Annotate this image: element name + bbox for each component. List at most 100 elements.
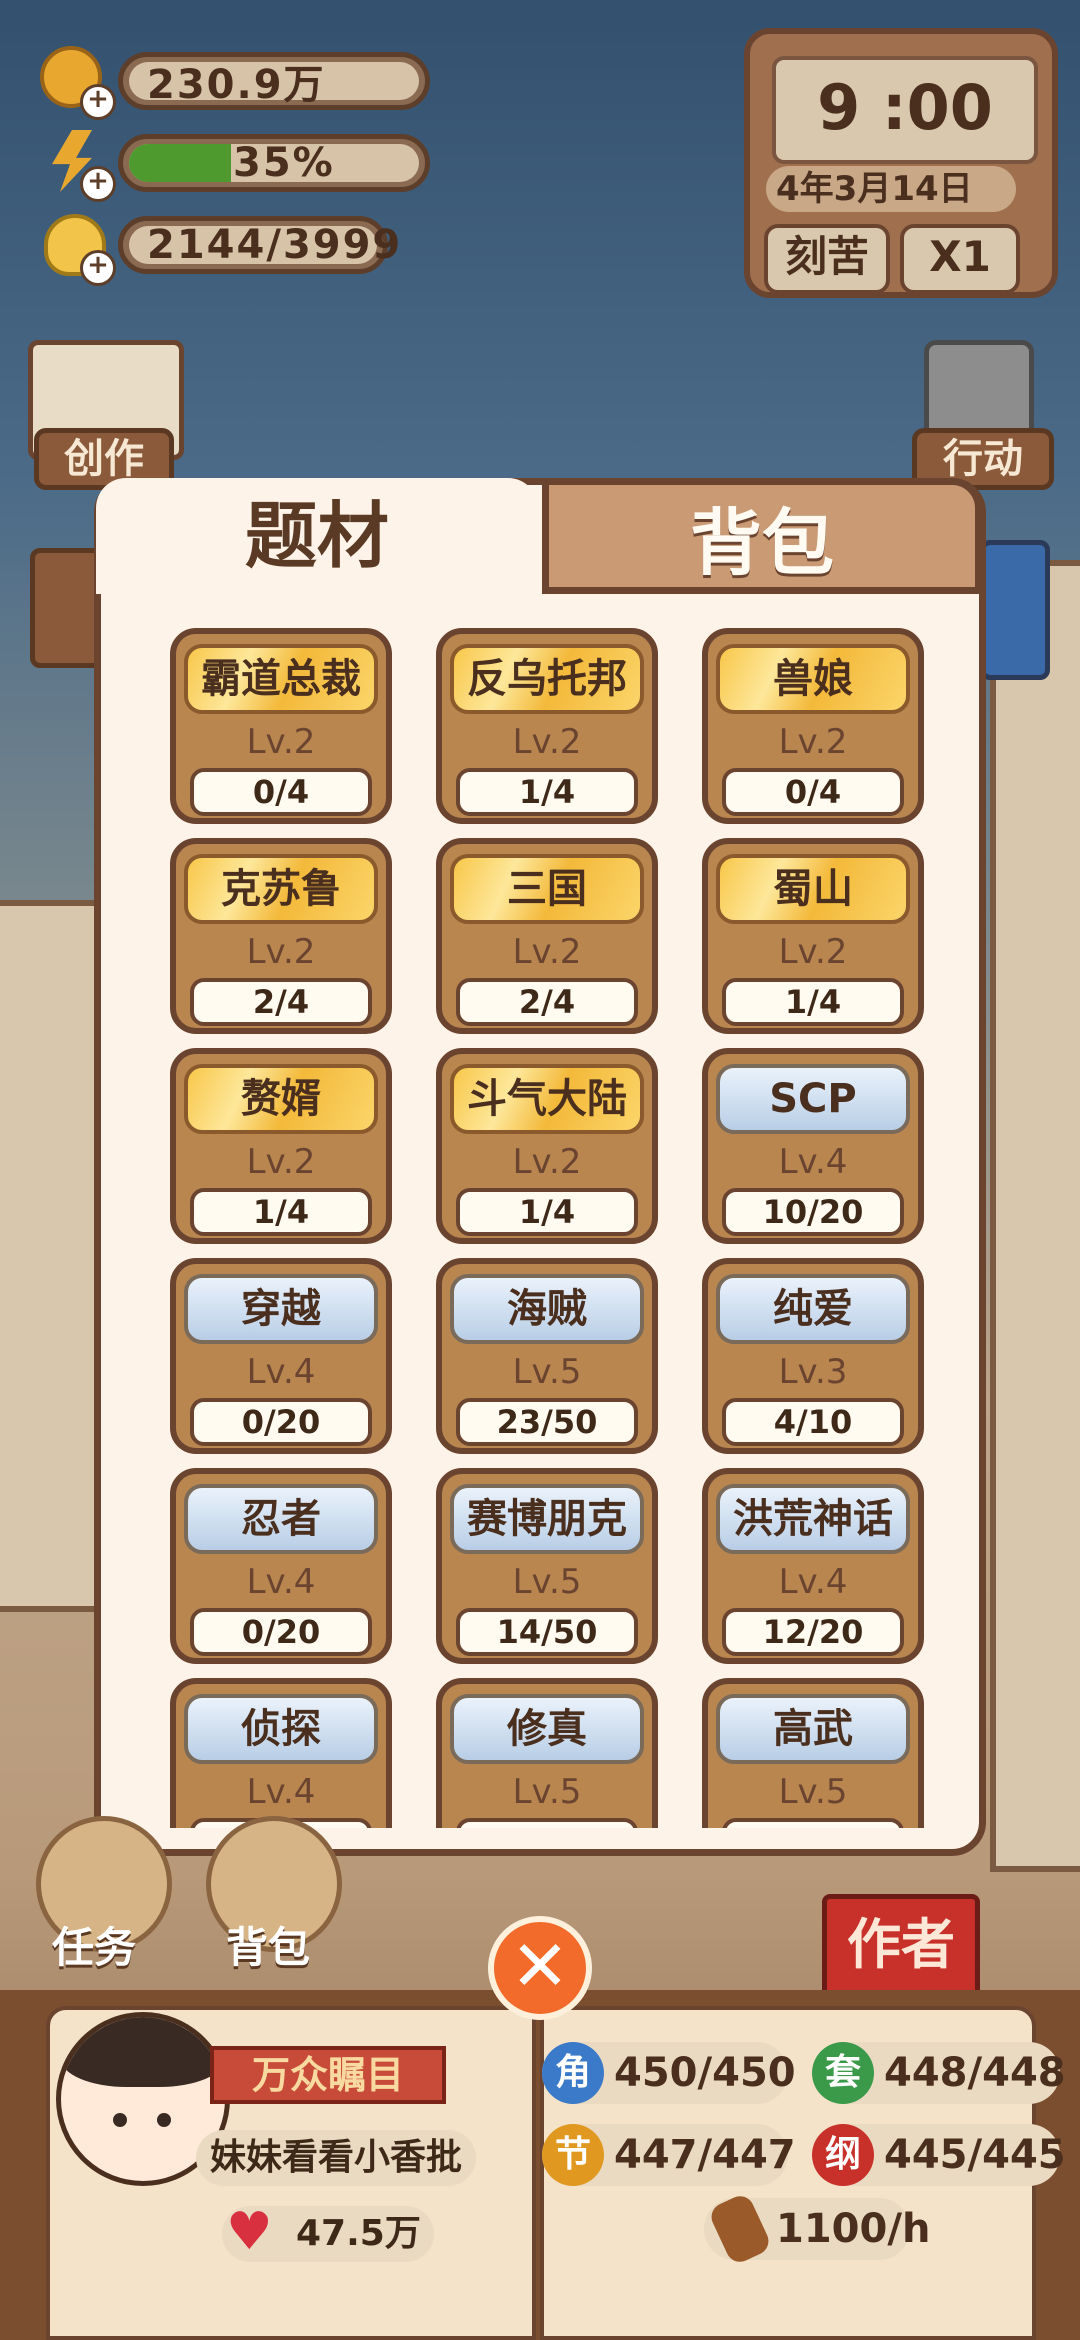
bag-button[interactable]: 背包 (226, 1914, 310, 1975)
topic-card[interactable]: 忍者 Lv.4 0/20 (170, 1468, 392, 1664)
energy-value: 35% (233, 140, 335, 186)
topic-level: Lv.2 (246, 1142, 316, 1182)
topic-progress (456, 1818, 638, 1828)
stat-jiao-value: 450/450 (614, 2050, 796, 2096)
topic-name: 穿越 (184, 1274, 378, 1344)
topic-level: Lv.3 (778, 1352, 848, 1392)
topic-name: 三国 (450, 854, 644, 924)
likes-pill: ♥ 47.5万 (222, 2202, 434, 2262)
topic-card[interactable]: 赛博朋克 Lv.5 14/50 (436, 1468, 658, 1664)
topic-level: Lv.2 (778, 722, 848, 762)
topic-progress: 2/4 (456, 978, 638, 1026)
ideas-value: 2144/3999 (147, 222, 403, 268)
production-rate-value: 1100/h (776, 2206, 931, 2252)
jiao-icon: 角 (542, 2042, 604, 2104)
tab-bag[interactable]: 背包 (542, 478, 982, 594)
topic-name: 赛博朋克 (450, 1484, 644, 1554)
topic-progress: 12/20 (722, 1608, 904, 1656)
topic-level: Lv.2 (512, 722, 582, 762)
topic-name: 兽娘 (716, 644, 910, 714)
stat-jie: 节 447/447 (542, 2124, 796, 2186)
topic-level: Lv.2 (246, 932, 316, 972)
tab-topics[interactable]: 题材 (96, 478, 538, 594)
topic-level: Lv.4 (778, 1142, 848, 1182)
topic-progress: 0/4 (190, 768, 372, 816)
topic-card[interactable]: 蜀山 Lv.2 1/4 (702, 838, 924, 1034)
tablet-icon (980, 540, 1050, 680)
stat-tao: 套 448/448 (812, 2042, 1066, 2104)
topic-progress: 10/20 (722, 1188, 904, 1236)
topic-name: 侦探 (184, 1694, 378, 1764)
topic-grid: 霸道总裁 Lv.2 0/4 反乌托邦 Lv.2 1/4 兽娘 Lv.2 0/4 克苏鲁 Lv.2 2/… (170, 628, 926, 1828)
topic-level: Lv.2 (246, 722, 316, 762)
topic-card[interactable]: 克苏鲁 Lv.2 2/4 (170, 838, 392, 1034)
topic-name: 忍者 (184, 1484, 378, 1554)
stat-jiao: 角 450/450 (542, 2042, 796, 2104)
topic-progress: 0/20 (190, 1608, 372, 1656)
topic-progress: 2/4 (190, 978, 372, 1026)
topic-level: Lv.5 (512, 1562, 582, 1602)
topic-name: 修真 (450, 1694, 644, 1764)
topic-name: 反乌托邦 (450, 644, 644, 714)
topic-level: Lv.2 (512, 932, 582, 972)
close-modal-button[interactable]: ✕ (488, 1916, 592, 2020)
topic-card[interactable]: SCP Lv.4 10/20 (702, 1048, 924, 1244)
game-clock: 9 :00 4年3月14日 刻苦 X1 (744, 28, 1058, 298)
topic-card[interactable]: 霸道总裁 Lv.2 0/4 (170, 628, 392, 824)
author-button[interactable]: 作者 (822, 1894, 980, 2000)
topic-progress: 1/4 (722, 978, 904, 1026)
topic-card[interactable]: 修真 Lv.5 (436, 1678, 658, 1828)
topic-name: SCP (716, 1064, 910, 1134)
coins-value: 230.9万 (147, 62, 326, 108)
clock-date: 4年3月14日 (766, 166, 1016, 212)
stat-jie-value: 447/447 (614, 2132, 796, 2178)
add-ideas-icon[interactable]: + (80, 250, 116, 286)
topic-level: Lv.5 (512, 1352, 582, 1392)
topic-level: Lv.2 (512, 1142, 582, 1182)
action-computer-icon (924, 340, 1034, 440)
topic-card[interactable]: 三国 Lv.2 2/4 (436, 838, 658, 1034)
stat-tao-value: 448/448 (884, 2050, 1066, 2096)
heart-icon: ♥ (226, 2202, 273, 2262)
topic-progress (722, 1818, 904, 1828)
coins-pill: 230.9万 (118, 52, 430, 110)
topic-card[interactable]: 海贼 Lv.5 23/50 (436, 1258, 658, 1454)
tao-icon: 套 (812, 2042, 874, 2104)
topic-level: Lv.4 (246, 1352, 316, 1392)
production-rate: 1100/h (704, 2191, 930, 2267)
topic-level: Lv.5 (778, 1772, 848, 1812)
topic-name: 洪荒神话 (716, 1484, 910, 1554)
topic-card[interactable]: 反乌托邦 Lv.2 1/4 (436, 628, 658, 824)
topic-name: 斗气大陆 (450, 1064, 644, 1134)
add-energy-icon[interactable]: + (80, 166, 116, 202)
topic-level: Lv.4 (246, 1562, 316, 1602)
topic-progress: 4/10 (722, 1398, 904, 1446)
likes-value: 47.5万 (296, 2213, 421, 2254)
topic-card[interactable]: 纯爱 Lv.3 4/10 (702, 1258, 924, 1454)
stat-gang: 纲 445/445 (812, 2124, 1066, 2186)
topic-progress: 1/4 (456, 768, 638, 816)
topic-card[interactable]: 高武 Lv.5 (702, 1678, 924, 1828)
topic-name: 高武 (716, 1694, 910, 1764)
topic-name: 蜀山 (716, 854, 910, 924)
topic-card[interactable]: 赘婿 Lv.2 1/4 (170, 1048, 392, 1244)
clock-time: 9 :00 (772, 56, 1038, 164)
topic-card[interactable]: 斗气大陆 Lv.2 1/4 (436, 1048, 658, 1244)
speed-button[interactable]: X1 (900, 224, 1020, 294)
stat-gang-value: 445/445 (884, 2132, 1066, 2178)
topic-card[interactable]: 洪荒神话 Lv.4 12/20 (702, 1468, 924, 1664)
topic-card[interactable]: 穿越 Lv.4 0/20 (170, 1258, 392, 1454)
topic-progress: 1/4 (190, 1188, 372, 1236)
profile-name: 妹妹看看小香批 (196, 2130, 476, 2186)
topic-progress: 1/4 (456, 1188, 638, 1236)
topic-name: 克苏鲁 (184, 854, 378, 924)
add-coins-icon[interactable]: + (80, 84, 116, 120)
profile-title-ribbon: 万众瞩目 (210, 2046, 446, 2104)
topic-name: 霸道总裁 (184, 644, 378, 714)
gang-icon: 纲 (812, 2124, 874, 2186)
topic-card[interactable]: 侦探 Lv.4 (170, 1678, 392, 1828)
task-button[interactable]: 任务 (52, 1914, 136, 1975)
topic-card[interactable]: 兽娘 Lv.2 0/4 (702, 628, 924, 824)
topic-progress: 23/50 (456, 1398, 638, 1446)
work-mode-button[interactable]: 刻苦 (764, 224, 890, 294)
